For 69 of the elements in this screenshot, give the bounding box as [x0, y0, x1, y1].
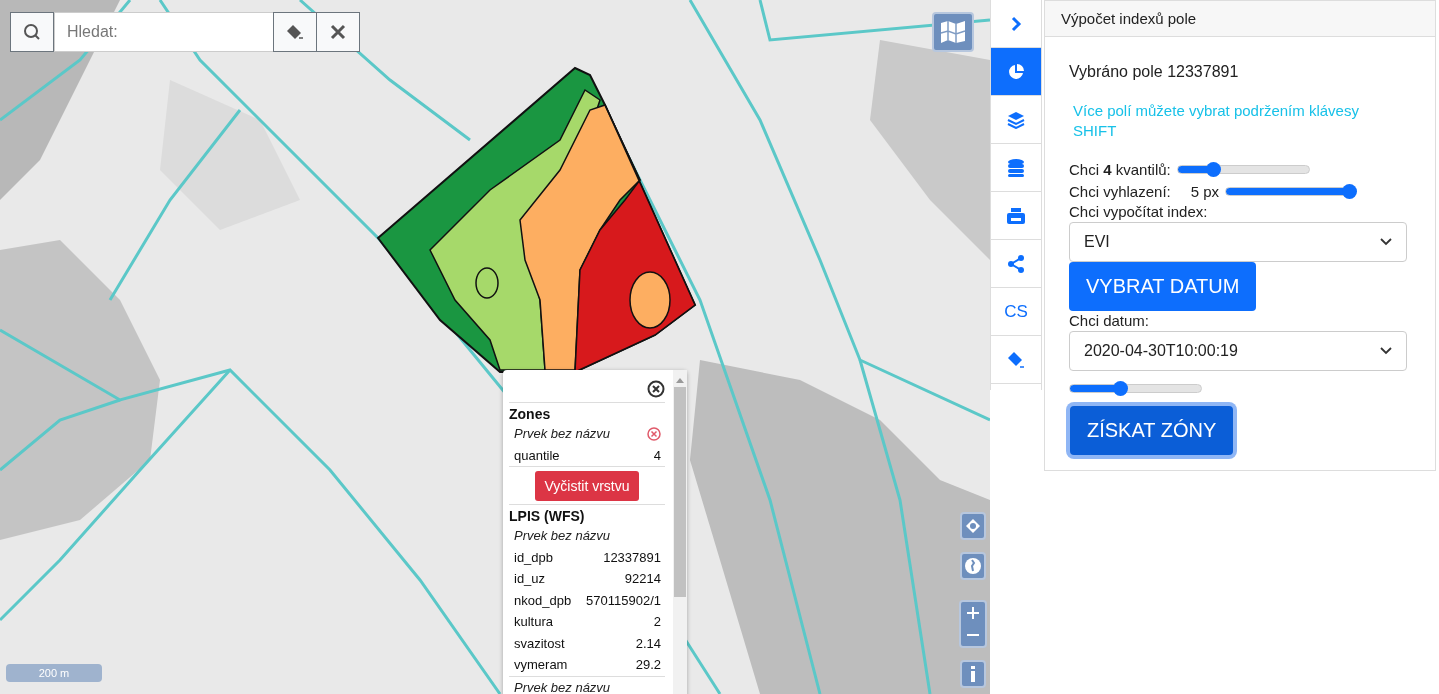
locate-icon: [965, 518, 981, 534]
chevron-right-icon: [1010, 15, 1022, 32]
layer-title: Zones: [509, 405, 552, 423]
pie-chart-icon: [1007, 62, 1025, 81]
share-icon: [1007, 254, 1025, 273]
info-button[interactable]: [960, 660, 986, 688]
attribute-name: kultura: [514, 614, 554, 630]
attribute-name: id_uz: [514, 571, 546, 587]
locate-button[interactable]: [960, 512, 986, 540]
smoothing-reading: 5 px: [1190, 182, 1220, 200]
layer-title: LPIS (WFS): [509, 507, 586, 525]
scrollbar[interactable]: [673, 370, 687, 694]
feature-name: Prvek bez názvu: [514, 426, 611, 442]
hint-text: Více polí můžete vybrat podržením klávesy SHIFT: [1073, 101, 1360, 140]
search-button[interactable]: [10, 12, 54, 52]
feature-name: Prvek bez názvu: [514, 528, 611, 544]
date-label: Chci datum:: [1069, 312, 1150, 329]
clear-layer-button[interactable]: Vyčistit vrstvu: [535, 471, 639, 501]
map-view[interactable]: Hledat: Zones Prvek bez názvu quantile 4 Vyčistit vrstvu LPIS (WFS) Prvek bez názvu id_dpb 12337891 id_uz 92214 nkod_dpb 570115902/1 kultura 2 svazitost 2.14 vymeram 29.2 Prvek bez názvu 200 m: [0, 0, 990, 694]
slider-thumb[interactable]: [1205, 161, 1221, 177]
close-icon[interactable]: [647, 380, 665, 398]
attribute-value: 92214: [624, 571, 661, 587]
index-label: Chci vypočítat index:: [1069, 203, 1208, 220]
info-icon: [970, 666, 976, 682]
printer-icon: [1007, 207, 1025, 224]
attribute-value: 4: [653, 447, 661, 463]
pencil-icon: [1007, 350, 1025, 369]
attribute-value: 570115902/1: [586, 592, 661, 608]
attribute-name: svazitost: [514, 635, 565, 651]
quantile-slider[interactable]: [1176, 161, 1310, 177]
database-icon: [1008, 158, 1024, 177]
globe-button[interactable]: [960, 552, 986, 580]
slider-thumb[interactable]: [1341, 183, 1357, 199]
index-select[interactable]: EVI: [1069, 222, 1407, 262]
plus-icon: [967, 607, 979, 619]
remove-icon[interactable]: [647, 426, 661, 441]
search-field[interactable]: Hledat:: [54, 12, 274, 52]
attribute-name: id_dpb: [514, 549, 554, 565]
feature-name: Prvek bez názvu: [514, 679, 611, 694]
minus-icon: [967, 634, 979, 636]
attribute-name: quantile: [514, 447, 560, 463]
chevron-down-icon: [1380, 347, 1392, 355]
map-icon: [940, 20, 966, 44]
attribute-name: vymeram: [514, 657, 568, 673]
attribute-value: 29.2: [635, 657, 661, 673]
attribute-value: 2.14: [635, 635, 661, 651]
quantile-label: Chci 4 kvantilů:: [1069, 160, 1171, 178]
pencil-icon: [285, 23, 305, 41]
date-slider[interactable]: [1069, 381, 1202, 396]
cross-icon: [329, 23, 347, 41]
attribute-name: nkod_dpb: [514, 592, 572, 608]
smoothing-label: Chci vyhlazení:: [1069, 182, 1171, 200]
attribute-value: 2: [653, 614, 661, 630]
search-icon: [23, 23, 41, 41]
draw-button[interactable]: [273, 12, 317, 52]
smoothing-slider[interactable]: [1225, 183, 1356, 199]
attribute-value: 12337891: [603, 549, 661, 565]
scale-bar: 200 m: [6, 664, 102, 682]
pick-date-button[interactable]: VYBRAT DATUM: [1069, 262, 1257, 311]
panel-title: Výpočet indexů pole: [1045, 1, 1435, 37]
selected-field-text: Vybráno pole 12337891: [1069, 63, 1239, 81]
slider-thumb[interactable]: [1112, 381, 1128, 396]
globe-icon: [964, 557, 982, 575]
clear-button[interactable]: [316, 12, 360, 52]
chevron-down-icon: [1380, 238, 1392, 246]
basemap-button[interactable]: [932, 12, 974, 52]
layers-icon: [1007, 110, 1025, 129]
date-select[interactable]: 2020-04-30T10:00:19: [1069, 331, 1407, 371]
sidebar-tab[interactable]: [991, 48, 1041, 96]
